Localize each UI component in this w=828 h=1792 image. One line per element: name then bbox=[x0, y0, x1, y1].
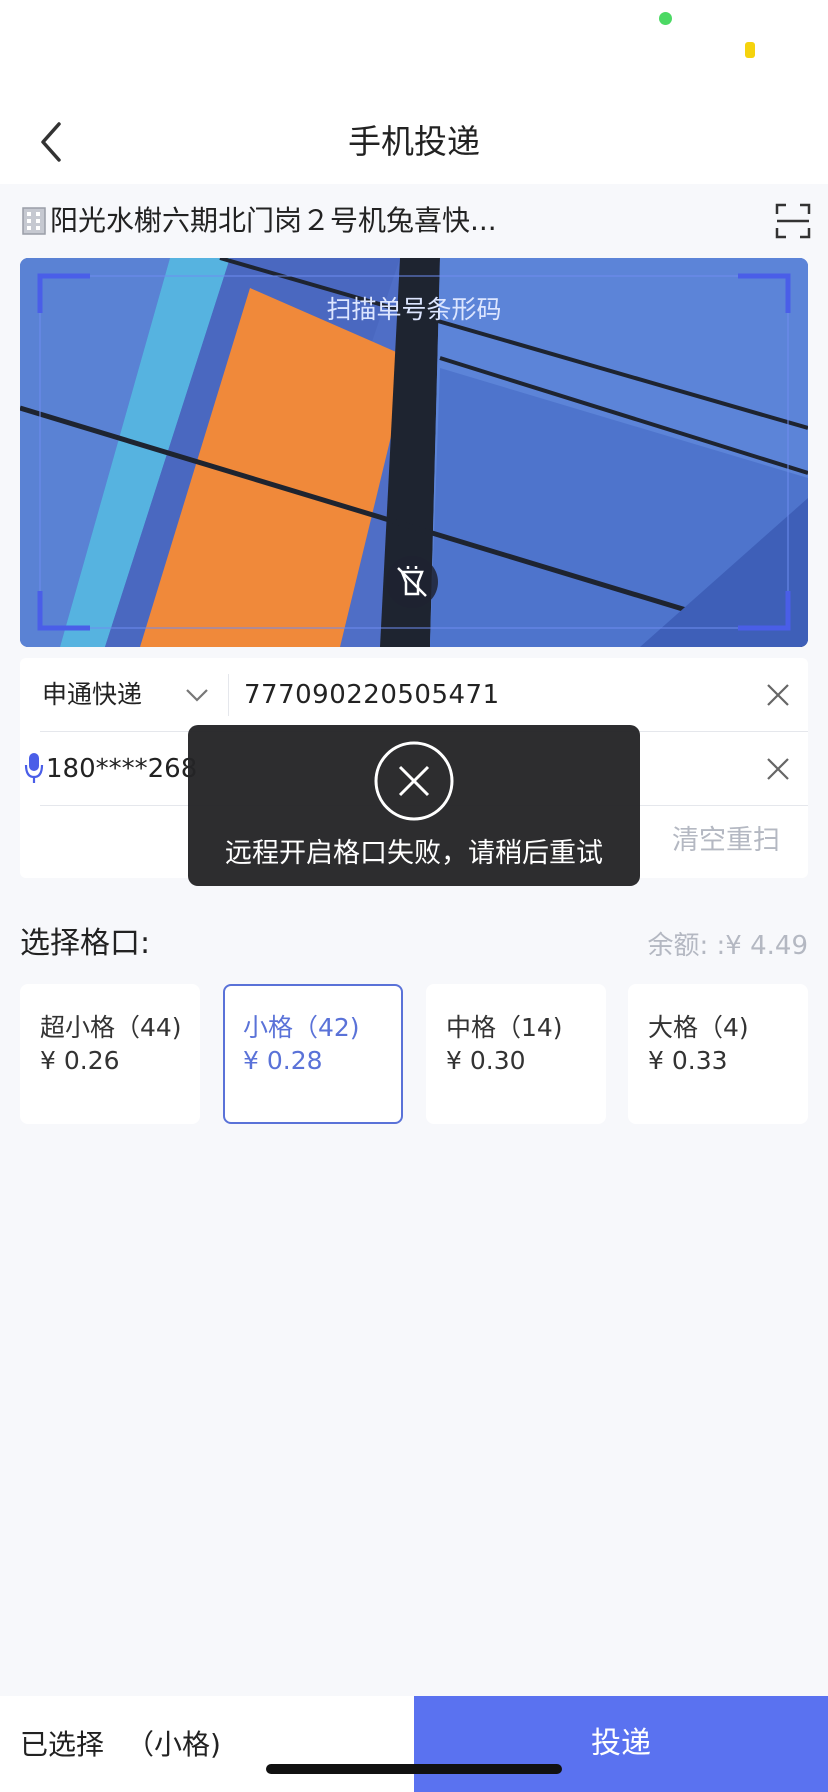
courier-select[interactable]: 申通快递 bbox=[42, 674, 142, 716]
tracking-number-input[interactable]: 777090220505471 bbox=[244, 674, 500, 716]
chevron-down-icon[interactable] bbox=[184, 684, 210, 706]
slot-option[interactable]: 大格（4) ¥ 0.33 bbox=[628, 984, 808, 1124]
scan-hint: 扫描单号条形码 bbox=[326, 295, 502, 324]
slot-name: 小格（42) bbox=[243, 1013, 360, 1042]
selected-slot-value: （小格) bbox=[126, 1728, 221, 1761]
toast-message: 远程开启格口失败，请稍后重试 bbox=[225, 838, 603, 869]
divider bbox=[228, 674, 229, 716]
building-icon bbox=[22, 207, 46, 235]
home-indicator[interactable] bbox=[266, 1764, 562, 1774]
slot-option[interactable]: 中格（14) ¥ 0.30 bbox=[426, 984, 606, 1124]
clear-rescan-button[interactable]: 清空重扫 bbox=[672, 821, 780, 861]
slot-option[interactable]: 小格（42) ¥ 0.28 bbox=[223, 984, 403, 1124]
page-title: 手机投递 bbox=[348, 122, 480, 161]
flashlight-off-icon[interactable] bbox=[386, 556, 438, 608]
phone-input[interactable]: 180****268 bbox=[46, 748, 197, 790]
site-name[interactable]: 阳光水榭六期北门岗２号机兔喜快... bbox=[50, 200, 610, 242]
error-circle-icon bbox=[373, 740, 455, 822]
microphone-icon[interactable] bbox=[24, 751, 44, 785]
slot-price: ¥ 0.28 bbox=[243, 1046, 323, 1075]
scan-icon[interactable] bbox=[775, 203, 811, 239]
battery-icon bbox=[745, 42, 755, 58]
selected-label: 已选择 bbox=[20, 1728, 105, 1761]
slot-name: 超小格（44) bbox=[40, 1013, 182, 1042]
clear-tracking-icon[interactable] bbox=[762, 679, 794, 711]
status-bar bbox=[0, 0, 828, 94]
slot-section-title: 选择格口: bbox=[20, 926, 151, 961]
slot-price: ¥ 0.33 bbox=[648, 1046, 728, 1075]
slot-name: 大格（4) bbox=[648, 1013, 749, 1042]
balance-text: 余额: :¥ 4.49 bbox=[647, 931, 808, 961]
slot-option[interactable]: 超小格（44) ¥ 0.26 bbox=[20, 984, 200, 1124]
clear-phone-icon[interactable] bbox=[762, 753, 794, 785]
slot-price: ¥ 0.30 bbox=[446, 1046, 526, 1075]
slot-name: 中格（14) bbox=[446, 1013, 563, 1042]
slot-price: ¥ 0.26 bbox=[40, 1046, 120, 1075]
deliver-button[interactable]: 投递 bbox=[414, 1696, 828, 1792]
camera-indicator-icon bbox=[659, 12, 672, 25]
